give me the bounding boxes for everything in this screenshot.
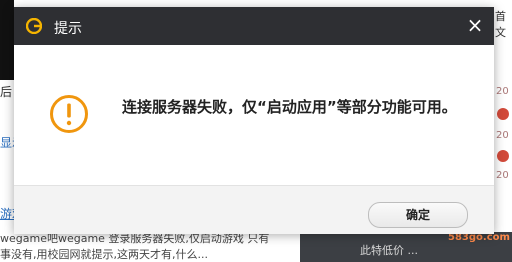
background-badge [497, 150, 509, 162]
background-thumbnail [0, 0, 14, 80]
dialog-content: 连接服务器失败，仅“启动应用”等部分功能可用。 [14, 45, 494, 181]
background-number: 20 [496, 86, 509, 97]
dialog-message: 连接服务器失败，仅“启动应用”等部分功能可用。 [122, 98, 457, 116]
background-text-fragment: 后 [0, 85, 13, 99]
background-dark-text: 此特低价 ... [360, 244, 418, 257]
dialog-footer: 确定 [14, 185, 494, 234]
dialog-title: 提示 [54, 21, 82, 37]
warning-icon [49, 94, 89, 134]
ok-button[interactable]: 确定 [368, 202, 468, 228]
background-number: 20 [496, 170, 509, 181]
alert-dialog: 提示 × 连接服务器失败，仅“启动应用”等部分功能可用。 确定 [14, 7, 494, 234]
background-text-line: 事没有,用校园网就提示,这两天才有,什么... [0, 248, 208, 261]
wegame-logo-icon [25, 17, 43, 35]
background-badge [497, 108, 509, 120]
dialog-title-bar[interactable]: 提示 × [14, 7, 494, 45]
close-button[interactable]: × [464, 15, 486, 37]
background-right-text: 首文 [495, 10, 506, 39]
background-right-top: 首文 [495, 0, 512, 40]
background-number: 20 [496, 130, 509, 141]
